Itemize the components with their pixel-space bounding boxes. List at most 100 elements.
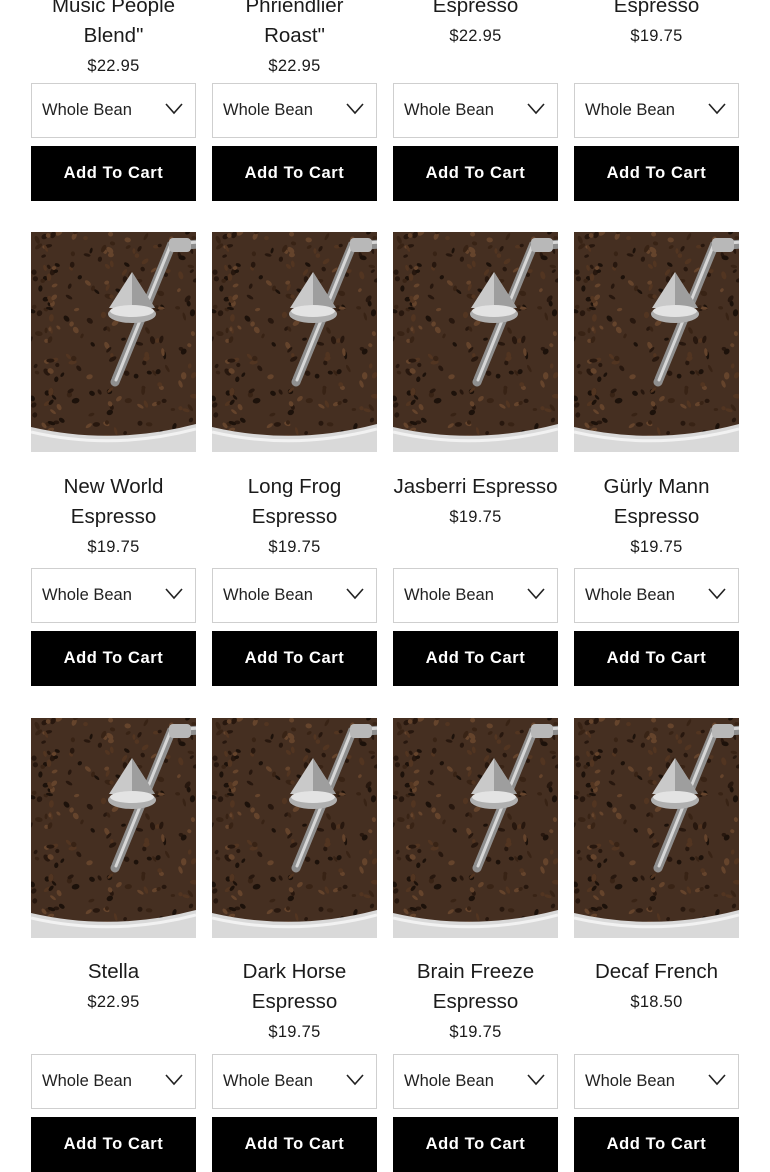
add-to-cart-button[interactable]: Add To Cart	[212, 1117, 377, 1172]
product-info: Decaf French $18.50	[574, 957, 739, 1017]
add-to-cart-button[interactable]: Add To Cart	[574, 146, 739, 201]
add-to-cart-button[interactable]: Add To Cart	[31, 631, 196, 686]
chevron-down-icon	[527, 1074, 545, 1086]
product-image[interactable]	[574, 718, 739, 938]
product-info: Gürly Mann Espresso $19.75	[574, 472, 739, 562]
product-name[interactable]: Decaf French	[574, 957, 739, 987]
product-info: Long Frog Espresso $19.75	[212, 472, 377, 562]
product-name[interactable]: Gürly Mann Espresso	[574, 472, 739, 532]
product-price: $19.75	[87, 538, 140, 556]
chevron-down-icon	[165, 1074, 183, 1086]
grind-select-value: Whole Bean	[585, 1072, 675, 1090]
product-price: $19.75	[449, 508, 502, 526]
product-info: Espresso $22.95	[393, 0, 558, 51]
product-name[interactable]: Espresso	[393, 0, 558, 21]
grind-select[interactable]: Whole Bean	[212, 568, 377, 623]
chevron-down-icon	[708, 1074, 726, 1086]
grind-select[interactable]: Whole Bean	[393, 568, 558, 623]
product-name[interactable]: Espresso	[574, 0, 739, 21]
product-name[interactable]: Dark Horse Espresso	[212, 957, 377, 1017]
coffee-roaster-photo	[574, 718, 739, 938]
product-price: $19.75	[630, 538, 683, 556]
chevron-down-icon	[527, 588, 545, 600]
chevron-down-icon	[527, 103, 545, 115]
grind-select[interactable]: Whole Bean	[31, 568, 196, 623]
grind-select-value: Whole Bean	[404, 1072, 494, 1090]
product-price: $19.75	[630, 27, 683, 45]
grind-select-value: Whole Bean	[223, 586, 313, 604]
add-to-cart-button[interactable]: Add To Cart	[31, 146, 196, 201]
grind-select[interactable]: Whole Bean	[574, 83, 739, 138]
coffee-roaster-photo	[212, 718, 377, 938]
coffee-roaster-photo	[31, 232, 196, 452]
product-price: $22.95	[87, 993, 140, 1011]
product-price: $22.95	[87, 57, 140, 75]
product-info: Music People Blend" $22.95	[31, 0, 196, 81]
chevron-down-icon	[346, 1074, 364, 1086]
chevron-down-icon	[165, 103, 183, 115]
add-to-cart-button[interactable]: Add To Cart	[31, 1117, 196, 1172]
product-info: New World Espresso $19.75	[31, 472, 196, 562]
product-image[interactable]	[31, 232, 196, 452]
grind-select-value: Whole Bean	[585, 586, 675, 604]
add-to-cart-button[interactable]: Add To Cart	[574, 631, 739, 686]
add-to-cart-button[interactable]: Add To Cart	[393, 631, 558, 686]
coffee-roaster-photo	[212, 232, 377, 452]
grind-select-value: Whole Bean	[585, 101, 675, 119]
grind-select-value: Whole Bean	[223, 1072, 313, 1090]
grind-select-value: Whole Bean	[404, 586, 494, 604]
grind-select[interactable]: Whole Bean	[212, 83, 377, 138]
grind-select-value: Whole Bean	[42, 101, 132, 119]
grind-select[interactable]: Whole Bean	[212, 1054, 377, 1109]
grind-select-value: Whole Bean	[404, 101, 494, 119]
product-name[interactable]: New World Espresso	[31, 472, 196, 532]
product-image[interactable]	[393, 718, 558, 938]
coffee-roaster-photo	[31, 718, 196, 938]
product-info: Stella $22.95	[31, 957, 196, 1017]
product-name[interactable]: Music People Blend"	[31, 0, 196, 51]
product-image[interactable]	[212, 718, 377, 938]
product-info: Espresso $19.75	[574, 0, 739, 51]
add-to-cart-button[interactable]: Add To Cart	[393, 146, 558, 201]
product-name[interactable]: Jasberri Espresso	[393, 472, 558, 502]
grind-select[interactable]: Whole Bean	[31, 83, 196, 138]
product-name[interactable]: Brain Freeze Espresso	[393, 957, 558, 1017]
add-to-cart-button[interactable]: Add To Cart	[212, 146, 377, 201]
product-price: $19.75	[268, 538, 321, 556]
product-price: $22.95	[268, 57, 321, 75]
coffee-roaster-photo	[393, 232, 558, 452]
chevron-down-icon	[346, 103, 364, 115]
add-to-cart-button[interactable]: Add To Cart	[574, 1117, 739, 1172]
product-name[interactable]: Long Frog Espresso	[212, 472, 377, 532]
grind-select[interactable]: Whole Bean	[574, 568, 739, 623]
chevron-down-icon	[165, 588, 183, 600]
product-price: $19.75	[449, 1023, 502, 1041]
add-to-cart-button[interactable]: Add To Cart	[212, 631, 377, 686]
product-name[interactable]: Stella	[31, 957, 196, 987]
chevron-down-icon	[346, 588, 364, 600]
chevron-down-icon	[708, 588, 726, 600]
grind-select-value: Whole Bean	[42, 586, 132, 604]
product-price: $18.50	[630, 993, 683, 1011]
product-name[interactable]: Phriendlier Roast"	[212, 0, 377, 51]
grind-select-value: Whole Bean	[223, 101, 313, 119]
coffee-roaster-photo	[393, 718, 558, 938]
product-image[interactable]	[212, 232, 377, 452]
product-grid: Music People Blend" $22.95 Whole Bean Ad…	[0, 0, 770, 1172]
product-price: $19.75	[268, 1023, 321, 1041]
grind-select[interactable]: Whole Bean	[393, 83, 558, 138]
grind-select[interactable]: Whole Bean	[393, 1054, 558, 1109]
product-price: $22.95	[449, 27, 502, 45]
product-image[interactable]	[31, 718, 196, 938]
product-info: Dark Horse Espresso $19.75	[212, 957, 377, 1047]
product-image[interactable]	[393, 232, 558, 452]
chevron-down-icon	[708, 103, 726, 115]
product-info: Phriendlier Roast" $22.95	[212, 0, 377, 81]
add-to-cart-button[interactable]: Add To Cart	[393, 1117, 558, 1172]
grind-select[interactable]: Whole Bean	[574, 1054, 739, 1109]
grind-select-value: Whole Bean	[42, 1072, 132, 1090]
coffee-roaster-photo	[574, 232, 739, 452]
grind-select[interactable]: Whole Bean	[31, 1054, 196, 1109]
product-info: Brain Freeze Espresso $19.75	[393, 957, 558, 1047]
product-image[interactable]	[574, 232, 739, 452]
